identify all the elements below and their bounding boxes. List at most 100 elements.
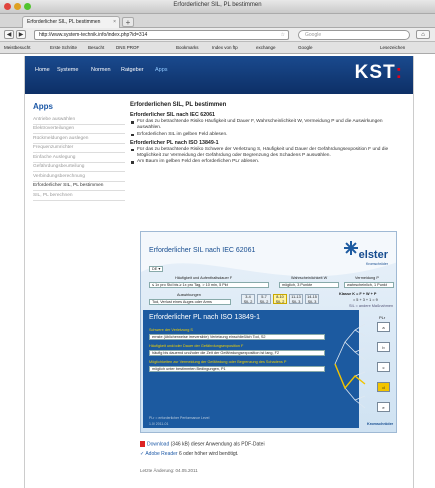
pl-footer: PLr = erforderlicher Performance Level xyxy=(149,416,210,420)
avoidance-select[interactable]: wahrscheinlich, 1 Punkt xyxy=(344,282,394,288)
frequency-select[interactable]: ≤ 1x pro Std bis ≥ 1x pro Tag, > 10 min,… xyxy=(149,282,269,288)
bookmark-item[interactable]: Bookmarks xyxy=(176,45,199,50)
effect-label: Auswirkungen xyxy=(177,293,201,297)
version-text: 1.0/ 2011-01 xyxy=(149,422,169,426)
bookmark-item[interactable]: exchange xyxy=(256,45,276,50)
class-sil: SIL 2 xyxy=(275,299,285,304)
page-title: Erforderlichen SIL, PL bestimmen xyxy=(130,102,227,108)
pdf-icon xyxy=(140,441,145,447)
bookmark-item[interactable]: Meistbesucht xyxy=(4,45,31,50)
sidebar-item[interactable]: Einfache Auslegung xyxy=(33,153,125,163)
frequency-value: ≤ 1x pro Std bis ≥ 1x pro Tag, > 10 min,… xyxy=(152,283,228,287)
home-button[interactable]: ⌂ xyxy=(416,30,430,39)
brand-sub: Kromschröder xyxy=(366,262,388,266)
class-cell-1: 5-7 SIL 2 xyxy=(257,294,271,304)
elster-star-icon xyxy=(344,241,358,255)
nav-ratgeber[interactable]: Ratgeber xyxy=(121,67,144,73)
kst-logo[interactable]: KST: xyxy=(355,62,403,84)
logo-text: KST xyxy=(354,62,396,83)
pl-level-b: b xyxy=(377,342,390,352)
forward-button[interactable]: ▶ xyxy=(16,30,26,39)
site-header: Home Systeme Normen Ratgeber Apps KST: xyxy=(25,56,413,94)
class-range: 5-7 xyxy=(261,295,267,299)
pl-level-c: c xyxy=(377,362,390,372)
browser-tab[interactable]: Erforderlicher SIL, PL bestimmen × xyxy=(22,16,120,28)
class-range: 3-4 xyxy=(245,295,251,299)
iec-heading: Erforderlicher SIL nach IEC 62061 xyxy=(130,112,215,118)
sidebar-title: Apps xyxy=(33,102,53,111)
bookmark-item[interactable]: Index von ftp xyxy=(212,45,238,50)
bottom-brand: Kromschröder xyxy=(367,422,394,426)
sil-title: Erforderlicher SIL nach IEC 62061 xyxy=(149,247,256,254)
class-sil: SIL 2 xyxy=(259,299,269,304)
reader-line: ✓ Adobe Reader 6 oder höher wird benötig… xyxy=(140,451,238,457)
sidebar-item[interactable]: Frequenzumrichter xyxy=(33,144,125,153)
sidebar-item[interactable]: Gefährdungsbeurteilung xyxy=(33,163,125,172)
iso-instructions: Für das zu betrachtende Risiko Schwere d… xyxy=(130,147,406,166)
nav-home[interactable]: Home xyxy=(35,67,50,73)
search-placeholder: Google xyxy=(305,32,322,38)
sidebar-item[interactable]: Antriebe auswählen xyxy=(33,115,125,125)
bookmark-item[interactable]: Besucht xyxy=(88,45,104,50)
plr-header: PLr xyxy=(379,315,386,320)
url-text: http://www.system-technik.info/index.php… xyxy=(39,32,148,38)
url-bar[interactable]: http://www.system-technik.info/index.php… xyxy=(34,30,289,40)
download-link[interactable]: Download xyxy=(147,441,169,447)
severity-select[interactable]: ernste (üblicherweise irreversible) Verl… xyxy=(149,334,325,340)
effect-select[interactable]: Tod, Verlust eines Auges oder Arms xyxy=(149,299,231,305)
logo-accent: : xyxy=(395,62,403,83)
bookmark-item[interactable]: Google xyxy=(298,45,313,50)
class-sil: SIL 2 xyxy=(243,299,253,304)
nav-normen[interactable]: Normen xyxy=(91,67,111,73)
pl-title: Erforderlicher PL nach ISO 13849-1 xyxy=(149,314,261,321)
class-formula: Klasse K = F + W + P xyxy=(339,292,377,296)
sidebar-item[interactable]: SIL, PL berechnen xyxy=(33,191,125,201)
adobe-icon: ✓ xyxy=(140,451,145,457)
sidebar-item[interactable]: Verbindungsberechnung xyxy=(33,172,125,182)
nav-systeme[interactable]: Systeme xyxy=(57,67,78,73)
reader-text: 6 oder höher wird benötigt. xyxy=(178,451,239,457)
tab-bar: Erforderlicher SIL, PL bestimmen × + xyxy=(0,14,435,28)
bookmarks-bar: Meistbesucht Erste Schritte Besucht DNS … xyxy=(0,42,435,54)
probability-select[interactable]: möglich, 3 Punkte xyxy=(279,282,339,288)
instruction-item: Am Baum im gelben Feld den erforderliche… xyxy=(130,159,406,165)
nav-apps[interactable]: Apps xyxy=(155,67,168,73)
adobe-reader-link[interactable]: Adobe Reader xyxy=(145,451,177,457)
sidebar-item[interactable]: Elektroverteilungen xyxy=(33,125,125,134)
class-sum: = 5 + 3 + 1 = 9 xyxy=(353,298,378,302)
download-line: Download (346 kB) dieser Anwendung als P… xyxy=(140,441,265,447)
close-tab-icon[interactable]: × xyxy=(113,19,116,25)
exposure-select[interactable]: häufig bis dauernd und/oder die Zeit der… xyxy=(149,350,325,356)
probability-label: Wahrscheinlichkeit W xyxy=(291,276,328,280)
sidebar-item-current[interactable]: Erforderlicher SIL, PL bestimmen xyxy=(33,182,125,191)
webpage: Home Systeme Normen Ratgeber Apps KST: A… xyxy=(24,56,414,488)
effect-value: Tod, Verlust eines Auges oder Arms xyxy=(152,300,212,304)
severity-label: Schwere der Verletzung S xyxy=(149,328,193,332)
avoid-pl-select[interactable]: möglich unter bestimmten Bedingungen, P1 xyxy=(149,366,325,372)
back-button[interactable]: ◀ xyxy=(4,30,14,39)
sidebar-item[interactable]: Rückmeldungen auslegen xyxy=(33,134,125,144)
avoidance-value: wahrscheinlich, 1 Punkt xyxy=(347,283,387,287)
pl-section: Erforderlicher PL nach ISO 13849-1 Schwe… xyxy=(143,310,359,428)
bookmark-item[interactable]: Lesezeichen xyxy=(380,45,405,50)
class-sil: SIL 3 xyxy=(307,299,317,304)
last-change: Letzte Änderung: 04.05.2011 xyxy=(140,468,198,473)
bookmark-star-icon[interactable]: ☆ xyxy=(281,32,285,38)
search-input[interactable]: Google xyxy=(298,30,410,40)
class-range: 14-15 xyxy=(307,295,317,299)
instruction-item: Für das zu betrachtende Risiko Häufigkei… xyxy=(130,119,406,132)
instruction-item: Erforderlichen SIL im gelben Feld ablese… xyxy=(130,132,406,138)
sidebar: Apps Antriebe auswählen Elektroverteilun… xyxy=(33,102,125,201)
main-content: Erforderlichen SIL, PL bestimmen Erforde… xyxy=(130,102,406,473)
sil-pl-calculator: Erforderlicher SIL nach IEC 62061 elster… xyxy=(140,231,397,433)
new-tab-button[interactable]: + xyxy=(122,17,134,27)
elster-logo: elster Kromschröder xyxy=(338,241,388,271)
avoid-pl-label: Möglichkeiten zur Vermeidung der Gefährd… xyxy=(149,360,287,364)
title-bar: Erforderlicher SIL, PL bestimmen xyxy=(0,0,435,14)
iso-heading: Erforderlicher PL nach ISO 13849-1 xyxy=(130,139,219,146)
bookmark-item[interactable]: DNS PROF xyxy=(116,45,139,50)
bookmark-item[interactable]: Erste Schritte xyxy=(50,45,77,50)
tab-title: Erforderlicher SIL, PL bestimmen xyxy=(27,19,101,25)
window-title: Erforderlicher SIL, PL bestimmen xyxy=(173,2,262,8)
language-select[interactable]: DE ▾ xyxy=(149,266,163,272)
